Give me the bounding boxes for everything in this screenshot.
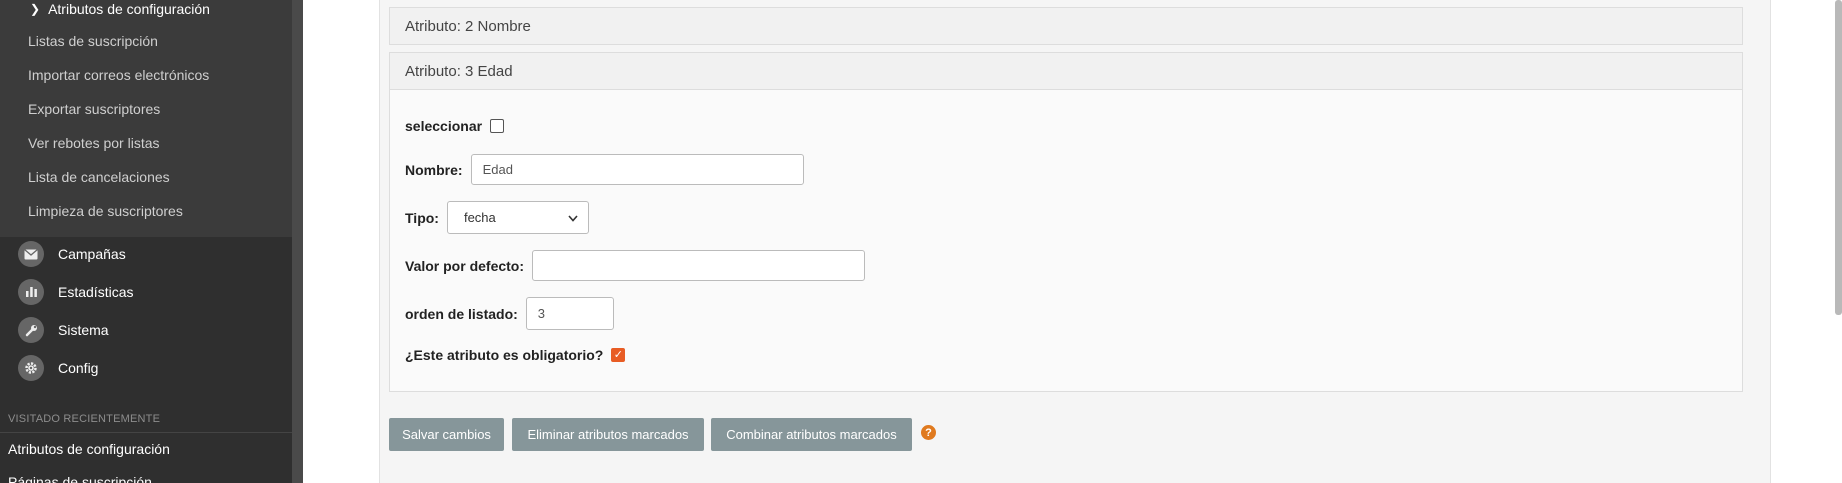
type-select[interactable]: fecha <box>446 201 589 234</box>
select-checkbox[interactable] <box>490 119 505 133</box>
sidebar-submenu: ❯ Atributos de configuración Listas de s… <box>0 0 292 237</box>
required-label: ¿Este atributo es obligatorio? <box>405 347 604 363</box>
required-checkbox[interactable]: ✓ <box>611 348 626 362</box>
sidebar-item-config[interactable]: Config <box>18 355 98 381</box>
default-value-input[interactable] <box>532 250 866 281</box>
sidebar-subitem[interactable]: Exportar suscriptores <box>28 101 160 117</box>
recent-item[interactable]: Páginas de suscripción <box>8 474 152 483</box>
delete-marked-button[interactable]: Eliminar atributos marcados <box>512 418 704 451</box>
sidebar-item-campanas[interactable]: Campañas <box>18 241 126 267</box>
attribute-title: Atributo: 2 Nombre <box>405 17 531 35</box>
order-input[interactable]: 3 <box>525 297 614 330</box>
sidebar-subitem-active[interactable]: ❯ Atributos de configuración <box>30 0 210 18</box>
select-row: seleccionar <box>405 118 505 134</box>
name-label: Nombre: <box>405 161 463 178</box>
name-input[interactable]: Edad <box>470 154 804 185</box>
type-label: Tipo: <box>405 209 439 226</box>
scrollbar[interactable] <box>1835 0 1842 315</box>
sidebar-item-label: Estadísticas <box>58 284 134 300</box>
select-label: seleccionar <box>405 118 483 134</box>
gear-icon <box>18 355 44 381</box>
attribute-title: Atributo: 3 Edad <box>405 62 513 80</box>
sidebar-subitem[interactable]: Listas de suscripción <box>28 33 158 49</box>
sidebar: ❯ Atributos de configuración Listas de s… <box>0 0 292 483</box>
type-row: Tipo: fecha <box>405 201 589 234</box>
sidebar-subitem[interactable]: Limpieza de suscriptores <box>28 203 183 219</box>
sidebar-subitem-label: Atributos de configuración <box>48 1 210 17</box>
required-row: ¿Este atributo es obligatorio? ✓ <box>405 347 626 363</box>
sidebar-subitem[interactable]: Ver rebotes por listas <box>28 135 160 151</box>
sidebar-item-label: Sistema <box>58 322 109 338</box>
chevron-down-icon <box>568 210 578 225</box>
mail-icon <box>18 241 44 267</box>
default-label: Valor por defecto: <box>405 257 525 274</box>
attribute-header-3[interactable]: Atributo: 3 Edad <box>389 52 1743 90</box>
attribute-form: seleccionar Nombre: Edad Tipo: fecha Val… <box>389 90 1743 392</box>
sidebar-item-label: Config <box>58 360 99 376</box>
recent-section-title: VISITADO RECIENTEMENTE <box>8 413 161 425</box>
order-row: orden de listado: 3 <box>405 297 614 330</box>
default-row: Valor por defecto: <box>405 250 866 281</box>
recent-item[interactable]: Atributos de configuración <box>8 441 170 457</box>
sidebar-subitem[interactable]: Lista de cancelaciones <box>28 169 170 185</box>
attribute-header-2[interactable]: Atributo: 2 Nombre <box>389 7 1743 45</box>
name-row: Nombre: Edad <box>405 154 804 185</box>
chevron-right-icon: ❯ <box>30 2 41 16</box>
wrench-icon <box>18 317 44 343</box>
type-select-value: fecha <box>463 210 496 225</box>
save-button[interactable]: Salvar cambios <box>389 418 504 451</box>
sidebar-item-estadisticas[interactable]: Estadísticas <box>18 279 133 305</box>
sidebar-item-label: Campañas <box>58 246 126 262</box>
help-icon[interactable]: ? <box>921 425 936 440</box>
bar-chart-icon <box>18 279 44 305</box>
order-label: orden de listado: <box>405 305 518 322</box>
sidebar-subitem[interactable]: Importar correos electrónicos <box>28 67 209 83</box>
divider <box>0 432 292 433</box>
merge-marked-button[interactable]: Combinar atributos marcados <box>711 418 912 451</box>
sidebar-border <box>292 0 303 483</box>
sidebar-item-sistema[interactable]: Sistema <box>18 317 109 343</box>
